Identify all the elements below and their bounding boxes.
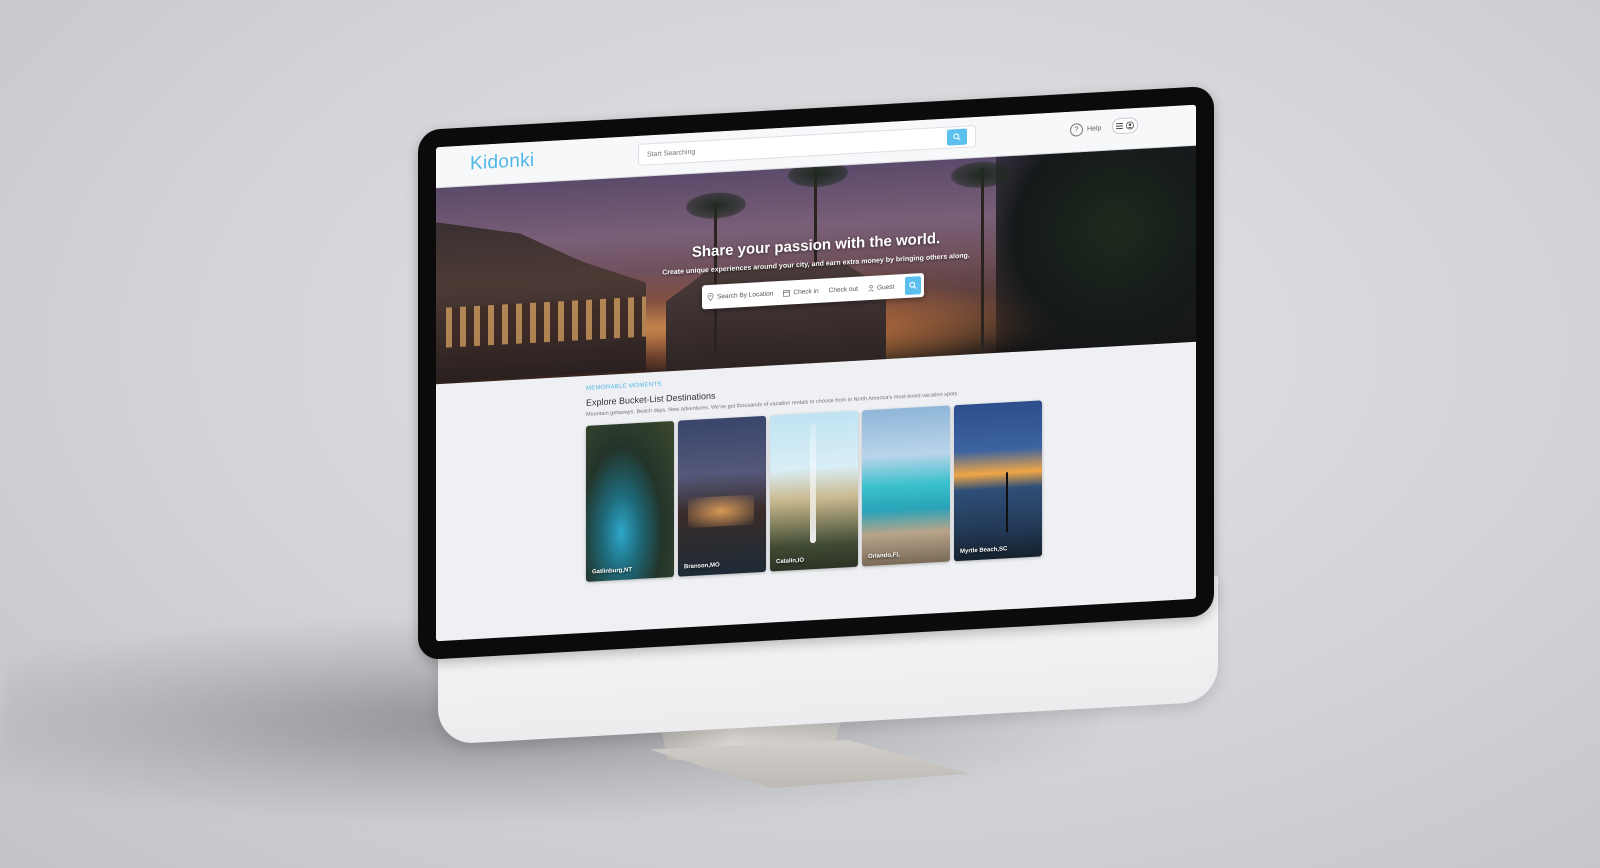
monitor-screen: Kidonki ? Help Share your passion with t…	[436, 104, 1196, 642]
user-menu-button[interactable]	[1112, 116, 1138, 135]
guest-field[interactable]: Guest	[863, 274, 899, 300]
location-pin-icon	[707, 292, 714, 302]
question-icon: ?	[1070, 123, 1083, 137]
checkout-field[interactable]: Check out	[824, 276, 863, 302]
checkout-label: Check out	[828, 285, 858, 294]
header-search-input[interactable]	[647, 132, 927, 161]
hero-search-button[interactable]	[905, 276, 921, 296]
destination-label: Orlando,FL	[868, 552, 900, 561]
person-icon	[868, 284, 874, 292]
search-icon	[909, 281, 917, 289]
help-label: Help	[1087, 125, 1102, 133]
destination-label: Branson,MO	[684, 562, 720, 571]
destination-label: Myrtle Beach,SC	[960, 546, 1008, 555]
site-logo[interactable]: Kidonki	[470, 150, 534, 176]
header-search-button[interactable]	[947, 128, 967, 146]
checkin-field[interactable]: Check in	[778, 279, 823, 306]
location-field[interactable]: Search By Location	[702, 281, 778, 309]
help-link[interactable]: ? Help	[1070, 122, 1101, 137]
hero-resort-building	[436, 211, 646, 383]
destination-card[interactable]: Gatlinburg,NT	[586, 420, 674, 582]
checkin-label: Check in	[793, 287, 819, 296]
destination-label: Catalin,IO	[776, 557, 805, 566]
hamburger-icon	[1116, 122, 1123, 130]
destination-cards: Gatlinburg,NT Branson,MO Catalin,IO Orla…	[586, 392, 1196, 582]
destination-card[interactable]: Catalin,IO	[770, 410, 858, 572]
destinations-section: MEMORABLE MOMENTS Explore Bucket-List De…	[436, 342, 1196, 590]
search-icon	[953, 133, 961, 141]
destination-label: Gatlinburg,NT	[592, 567, 632, 576]
destination-card[interactable]: Branson,MO	[678, 415, 766, 577]
destination-card[interactable]: Orlando,FL	[862, 405, 950, 567]
user-icon	[1126, 121, 1134, 130]
destination-card[interactable]: Myrtle Beach,SC	[954, 400, 1042, 562]
calendar-icon	[783, 289, 791, 297]
location-placeholder: Search By Location	[717, 289, 774, 301]
guest-label: Guest	[876, 283, 895, 292]
